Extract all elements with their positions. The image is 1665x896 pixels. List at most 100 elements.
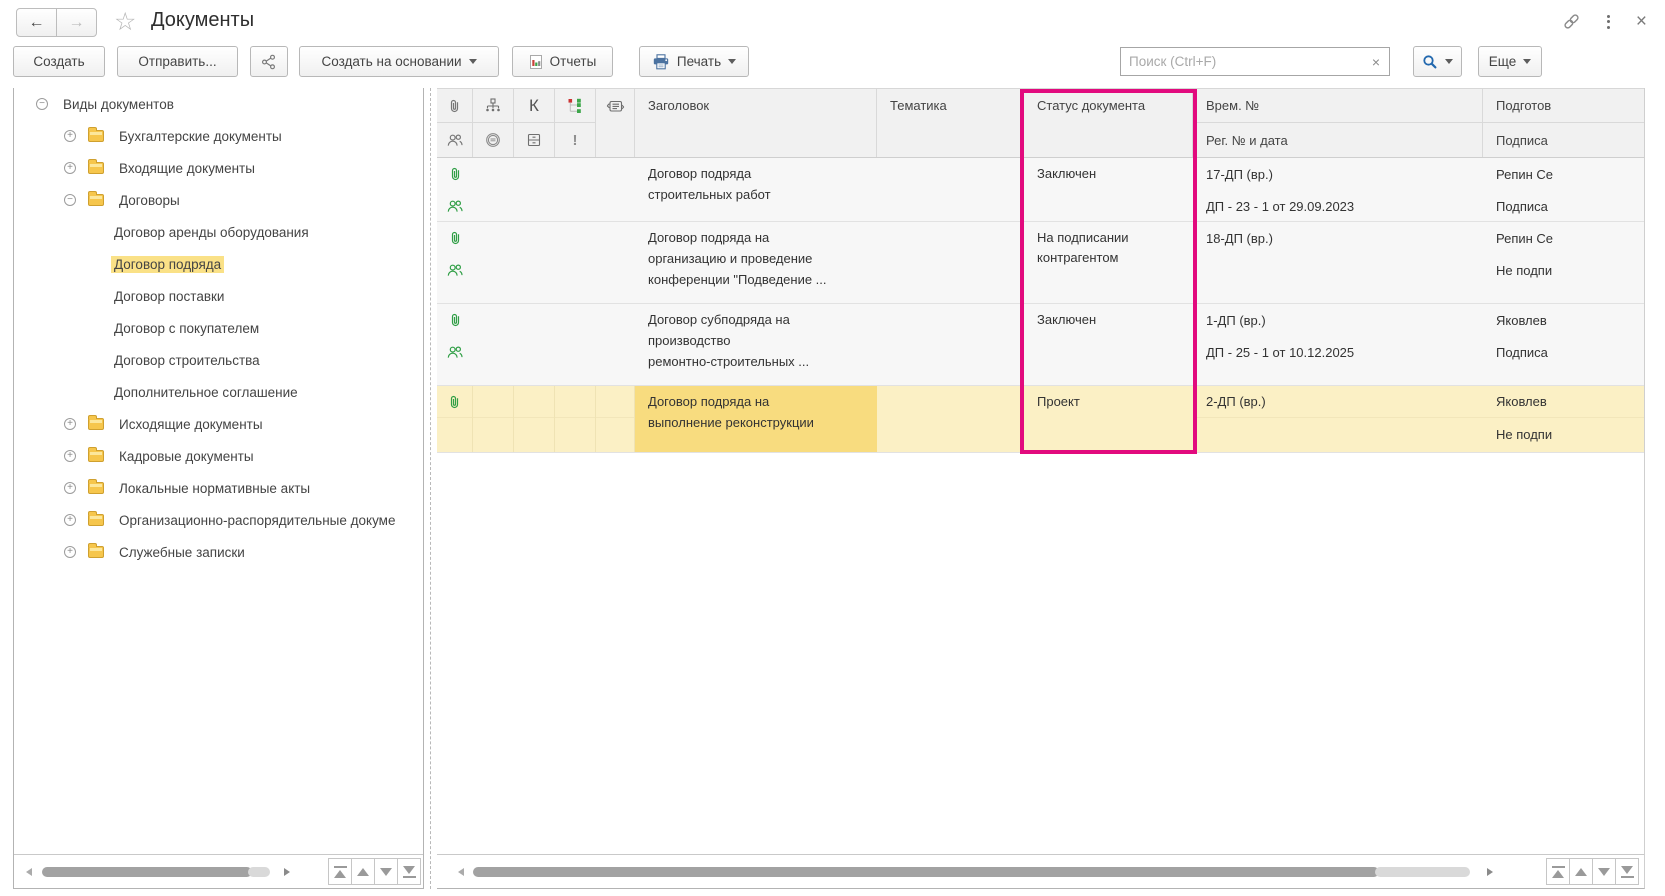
table-row[interactable]: Договор субподряда напроизводстворемонтн… xyxy=(437,304,1644,386)
print-button[interactable]: Печать xyxy=(639,46,749,77)
col-attachments[interactable] xyxy=(437,89,473,157)
tree-item-label: Служебные записки xyxy=(116,544,248,561)
share-button[interactable] xyxy=(250,46,288,77)
scroll-to-top-button[interactable] xyxy=(328,858,352,885)
collapse-icon[interactable] xyxy=(36,98,48,110)
tree-item-dogovor-stroitelstva[interactable]: Договор строительства xyxy=(14,344,423,376)
expand-icon[interactable] xyxy=(64,162,76,174)
tree-item-dogovor-arendy[interactable]: Договор аренды оборудования xyxy=(14,216,423,248)
app-window: Документы Создать Отправить... xyxy=(0,0,1665,896)
folder-icon xyxy=(88,546,104,558)
document-theme xyxy=(877,222,1024,303)
send-button[interactable]: Отправить... xyxy=(117,46,238,77)
document-title: Договор подряда навыполнение реконструкц… xyxy=(635,386,877,452)
close-icon[interactable] xyxy=(1636,15,1647,29)
tree-item-dogovor-podryada[interactable]: Договор подряда xyxy=(14,248,423,280)
col-header-prepared: Подготов xyxy=(1483,89,1644,123)
tree-item-dop-soglashenie[interactable]: Дополнительное соглашение xyxy=(14,376,423,408)
expand-icon[interactable] xyxy=(64,450,76,462)
scroll-up-button[interactable] xyxy=(351,858,375,885)
horizontal-scrollbar-thumb[interactable] xyxy=(42,867,252,877)
tree-item-label: Договор с покупателем xyxy=(111,320,262,337)
col-hierarchy[interactable] xyxy=(473,89,514,157)
tree-item-vhodyashchie[interactable]: Входящие документы xyxy=(14,152,423,184)
expand-icon[interactable] xyxy=(64,418,76,430)
tree-item-ishodyashchie[interactable]: Исходящие документы xyxy=(14,408,423,440)
people-icon xyxy=(437,123,472,157)
col-header-signed: Подписа xyxy=(1483,123,1644,157)
tree-item-label-selected: Договор подряда xyxy=(111,256,224,273)
cabinet-icon xyxy=(514,123,554,157)
document-prepared-by: Яковлев xyxy=(1483,386,1644,418)
more-menu-icon[interactable] xyxy=(1603,14,1614,30)
hierarchy-icon xyxy=(473,89,513,123)
col-controlled[interactable]: К xyxy=(514,89,555,157)
chevron-down-icon xyxy=(1445,59,1453,64)
tree-root-vidy-dokumentov[interactable]: Виды документов xyxy=(14,88,423,120)
scroll-left-arrow[interactable] xyxy=(458,868,464,876)
documents-panel: К ! xyxy=(437,88,1645,889)
document-status: Проект xyxy=(1024,386,1193,452)
table-row[interactable]: Договор подряда наорганизацию и проведен… xyxy=(437,222,1644,304)
create-based-on-button[interactable]: Создать на основании xyxy=(299,46,499,77)
search-clear-icon[interactable] xyxy=(1363,48,1389,75)
tree-item-dogovor-postavki[interactable]: Договор поставки xyxy=(14,280,423,312)
col-header-status[interactable]: Статус документа xyxy=(1024,89,1193,157)
tree-item-org-rasporyaditelnye[interactable]: Организационно-распорядительные докуме xyxy=(14,504,423,536)
tree-item-dogovory[interactable]: Договоры xyxy=(14,184,423,216)
tree-item-label: Локальные нормативные акты xyxy=(116,480,313,497)
collapse-icon[interactable] xyxy=(64,194,76,206)
back-button[interactable] xyxy=(16,8,57,37)
forward-button[interactable] xyxy=(56,8,97,37)
scroll-to-bottom-button[interactable] xyxy=(397,858,421,885)
col-header-title[interactable]: Заголовок xyxy=(635,89,877,157)
scroll-to-bottom-button[interactable] xyxy=(1615,858,1639,885)
expand-icon[interactable] xyxy=(64,130,76,142)
scroll-left-arrow[interactable] xyxy=(26,868,32,876)
col-header-people[interactable]: Подготов Подписа xyxy=(1483,89,1644,157)
chevron-down-icon xyxy=(469,59,477,64)
create-button[interactable]: Создать xyxy=(13,46,105,77)
table-row[interactable]: Договор подрядастроительных работ Заключ… xyxy=(437,158,1644,222)
col-structure[interactable]: ! xyxy=(555,89,596,157)
tree-panel-footer xyxy=(14,854,423,888)
search-input[interactable] xyxy=(1121,54,1363,69)
scroll-to-top-button[interactable] xyxy=(1546,858,1570,885)
document-status: Заключен xyxy=(1024,304,1193,385)
table-row-selected[interactable]: Договор подряда навыполнение реконструкц… xyxy=(437,386,1644,453)
table-nav-buttons xyxy=(1547,858,1639,885)
document-temp-no: 17-ДП (вр.) xyxy=(1193,158,1483,190)
expand-icon[interactable] xyxy=(64,514,76,526)
reports-button-label: Отчеты xyxy=(550,54,597,69)
scroll-up-button[interactable] xyxy=(1569,858,1593,885)
tree-item-kadrovye[interactable]: Кадровые документы xyxy=(14,440,423,472)
scroll-right-arrow[interactable] xyxy=(284,868,290,876)
tree-item-sluzhebnye-zapiski[interactable]: Служебные записки xyxy=(14,536,423,568)
reports-button[interactable]: Отчеты xyxy=(512,46,613,77)
folder-icon xyxy=(88,418,104,430)
tree-item-label: Договоры xyxy=(116,192,183,209)
tree-item-buhgalterskie[interactable]: Бухгалтерские документы xyxy=(14,120,423,152)
expand-icon[interactable] xyxy=(64,546,76,558)
col-header-numbers[interactable]: Врем. № Рег. № и дата xyxy=(1193,89,1483,157)
scroll-right-arrow[interactable] xyxy=(1487,868,1493,876)
search-button[interactable] xyxy=(1413,46,1462,77)
tree-item-dogovor-s-pokupatelem[interactable]: Договор с покупателем xyxy=(14,312,423,344)
document-prepared-by: Репин Се xyxy=(1483,158,1644,190)
document-title: Договор субподряда напроизводстворемонтн… xyxy=(635,304,877,385)
participants-icon xyxy=(437,336,473,368)
tree-item-label: Договор аренды оборудования xyxy=(111,224,312,241)
col-header-theme[interactable]: Тематика xyxy=(877,89,1024,157)
panel-splitter[interactable] xyxy=(430,88,431,889)
page-title: Документы xyxy=(151,9,254,32)
expand-icon[interactable] xyxy=(64,482,76,494)
col-docflow[interactable] xyxy=(596,89,635,157)
scroll-down-button[interactable] xyxy=(1592,858,1616,885)
link-icon[interactable] xyxy=(1562,12,1581,31)
more-button[interactable]: Еще xyxy=(1478,46,1542,77)
scroll-down-button[interactable] xyxy=(374,858,398,885)
tree-item-lokalnye-akty[interactable]: Локальные нормативные акты xyxy=(14,472,423,504)
horizontal-scrollbar-thumb[interactable] xyxy=(473,867,1379,877)
favorite-star-icon[interactable] xyxy=(114,7,136,37)
create-button-label: Создать xyxy=(33,54,84,69)
